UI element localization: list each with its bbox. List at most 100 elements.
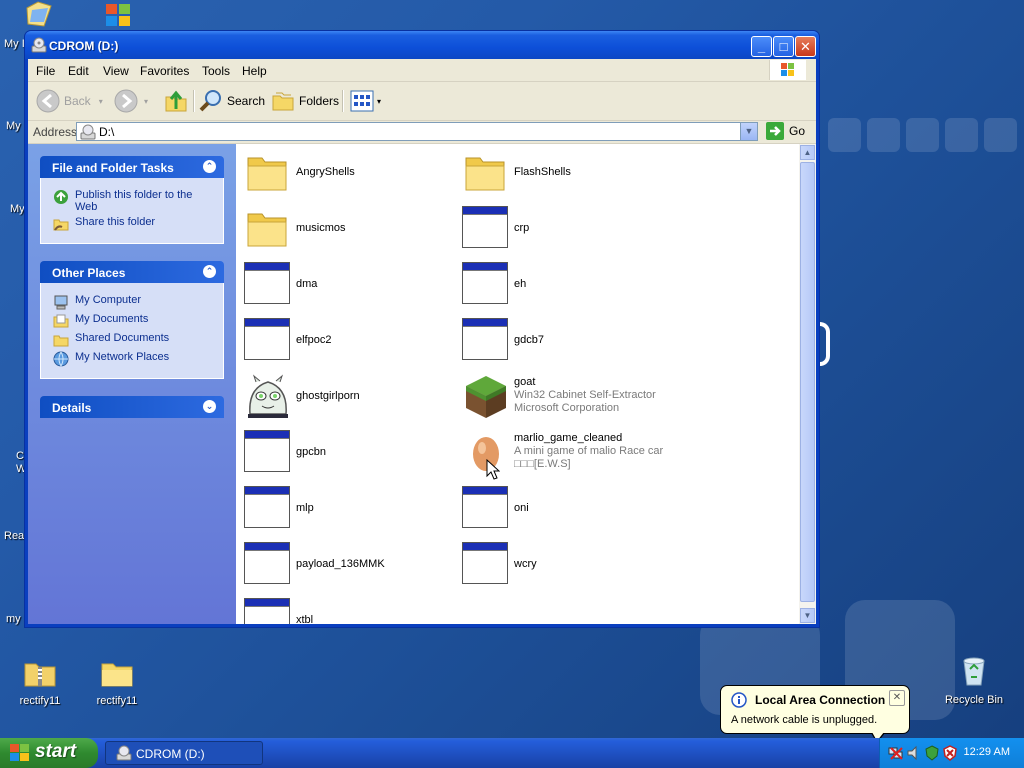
file-item[interactable]: dma bbox=[240, 260, 458, 308]
start-button[interactable]: start bbox=[0, 738, 98, 768]
folder-icon bbox=[247, 157, 287, 191]
info-icon bbox=[731, 692, 747, 708]
file-item[interactable]: wcry bbox=[458, 540, 676, 588]
views-grid-icon bbox=[350, 90, 374, 112]
title-bar[interactable]: CDROM (D:) _ □ ✕ bbox=[25, 31, 819, 59]
panel-header[interactable]: Details ⌄ bbox=[40, 396, 224, 418]
file-item[interactable]: eh bbox=[458, 260, 676, 308]
file-item[interactable]: ghostgirlporn bbox=[240, 372, 458, 420]
task-pane: File and Folder Tasks ⌃ Publish this fol… bbox=[28, 144, 236, 624]
collapse-chevron-icon[interactable]: ⌃ bbox=[203, 160, 216, 173]
file-item[interactable]: musicmos bbox=[240, 204, 458, 252]
menu-view[interactable]: View bbox=[103, 64, 129, 78]
expand-chevron-icon[interactable]: ⌄ bbox=[203, 400, 216, 413]
folders-button[interactable]: Folders bbox=[271, 89, 339, 113]
file-list: AngryShells FlashShells musicmos crp dma bbox=[236, 144, 799, 624]
window-body: File Edit View Favorites Tools Help Back… bbox=[28, 59, 816, 624]
file-item[interactable]: payload_136MMK bbox=[240, 540, 458, 588]
panel-header[interactable]: File and Folder Tasks ⌃ bbox=[40, 156, 224, 178]
collapse-chevron-icon[interactable]: ⌃ bbox=[203, 265, 216, 278]
security-shield-icon[interactable] bbox=[924, 745, 940, 761]
back-arrow-icon bbox=[36, 89, 60, 113]
application-icon bbox=[462, 486, 508, 528]
my-network-places-link[interactable]: My Network Places bbox=[53, 351, 217, 367]
scroll-up-button[interactable]: ▲ bbox=[800, 145, 815, 160]
desktop-tile bbox=[945, 118, 978, 152]
my-computer-link[interactable]: My Computer bbox=[53, 294, 217, 310]
desktop-edge-label: my bbox=[6, 613, 21, 625]
publish-folder-link[interactable]: Publish this folder to the Web bbox=[53, 189, 217, 213]
forward-button[interactable]: ▾ bbox=[114, 89, 148, 113]
application-icon bbox=[462, 206, 508, 248]
my-documents-link[interactable]: My Documents bbox=[53, 313, 217, 329]
cd-drive-icon bbox=[80, 124, 96, 140]
windows-update-desktop-icon[interactable] bbox=[104, 2, 132, 31]
network-disconnected-icon[interactable] bbox=[888, 745, 904, 761]
file-item[interactable]: goat Win32 Cabinet Self-Extractor Micros… bbox=[458, 372, 676, 420]
menu-tools[interactable]: Tools bbox=[202, 64, 230, 78]
other-places-panel: Other Places ⌃ My Computer My Documents … bbox=[40, 261, 224, 379]
file-item[interactable]: FlashShells bbox=[458, 148, 676, 196]
address-label: Address bbox=[33, 125, 78, 139]
menu-edit[interactable]: Edit bbox=[68, 64, 89, 78]
application-icon bbox=[244, 542, 290, 584]
desktop-tile bbox=[984, 118, 1017, 152]
application-icon bbox=[462, 262, 508, 304]
menu-file[interactable]: File bbox=[36, 64, 55, 78]
share-folder-icon bbox=[53, 219, 69, 231]
up-folder-button[interactable] bbox=[164, 89, 188, 113]
rectify11-folder-desktop-icon[interactable]: rectify11 bbox=[77, 658, 157, 707]
taskbar-button-cdrom[interactable]: CDROM (D:) bbox=[105, 741, 263, 765]
my-documents-desktop-icon[interactable] bbox=[24, 0, 54, 31]
toolbar-separator bbox=[342, 90, 344, 112]
desktop-edge-label: My bbox=[10, 203, 25, 215]
close-button[interactable]: ✕ bbox=[795, 36, 816, 57]
toolbar-separator bbox=[193, 90, 195, 112]
recycle-bin-desktop-icon[interactable]: Recycle Bin bbox=[934, 655, 1014, 706]
go-button[interactable]: Go bbox=[766, 122, 805, 140]
application-icon bbox=[244, 430, 290, 472]
window-title: CDROM (D:) bbox=[49, 39, 119, 53]
speaker-icon[interactable] bbox=[906, 745, 922, 761]
shared-documents-link[interactable]: Shared Documents bbox=[53, 332, 217, 348]
desktop-edge-label: Rea bbox=[4, 530, 25, 542]
grass-block-icon bbox=[466, 376, 506, 418]
go-arrow-icon bbox=[766, 122, 784, 140]
back-button[interactable]: Back ▾ bbox=[36, 89, 103, 113]
folders-icon bbox=[272, 92, 294, 111]
file-item[interactable]: crp bbox=[458, 204, 676, 252]
maximize-button[interactable]: □ bbox=[773, 36, 794, 57]
file-item[interactable]: xtbl bbox=[240, 596, 458, 624]
file-item[interactable]: AngryShells bbox=[240, 148, 458, 196]
system-tray: 12:29 AM bbox=[879, 738, 1024, 768]
scroll-thumb[interactable] bbox=[800, 162, 815, 602]
file-item[interactable]: gpcbn bbox=[240, 428, 458, 476]
menu-help[interactable]: Help bbox=[242, 64, 267, 78]
file-item[interactable]: mlp bbox=[240, 484, 458, 532]
security-alert-icon[interactable] bbox=[942, 745, 958, 761]
computer-icon bbox=[54, 295, 68, 310]
file-item[interactable]: gdcb7 bbox=[458, 316, 676, 364]
balloon-close-button[interactable]: ✕ bbox=[889, 690, 905, 706]
views-button[interactable]: ▾ bbox=[350, 89, 381, 113]
scroll-down-button[interactable]: ▼ bbox=[800, 608, 815, 623]
windows-flag-icon bbox=[10, 744, 29, 761]
address-input[interactable]: D:\ ▼ bbox=[76, 122, 758, 141]
address-dropdown-button[interactable]: ▼ bbox=[740, 123, 757, 140]
folder-icon bbox=[247, 213, 287, 247]
windows-logo bbox=[769, 60, 806, 80]
file-item[interactable]: elfpoc2 bbox=[240, 316, 458, 364]
panel-header[interactable]: Other Places ⌃ bbox=[40, 261, 224, 283]
file-item[interactable]: oni bbox=[458, 484, 676, 532]
menu-bar: File Edit View Favorites Tools Help bbox=[28, 59, 816, 82]
notification-balloon[interactable]: Local Area Connection A network cable is… bbox=[720, 685, 910, 743]
vertical-scrollbar[interactable]: ▲ ▼ bbox=[799, 144, 816, 624]
taskbar: start CDROM (D:) 12:29 AM bbox=[0, 738, 1024, 768]
search-button[interactable]: Search bbox=[199, 89, 265, 113]
application-icon bbox=[462, 542, 508, 584]
documents-folder-icon bbox=[53, 314, 69, 328]
minimize-button[interactable]: _ bbox=[751, 36, 772, 57]
menu-favorites[interactable]: Favorites bbox=[140, 64, 189, 78]
share-folder-link[interactable]: Share this folder bbox=[53, 216, 217, 232]
rectify11-zip-desktop-icon[interactable]: rectify11 bbox=[0, 658, 80, 707]
